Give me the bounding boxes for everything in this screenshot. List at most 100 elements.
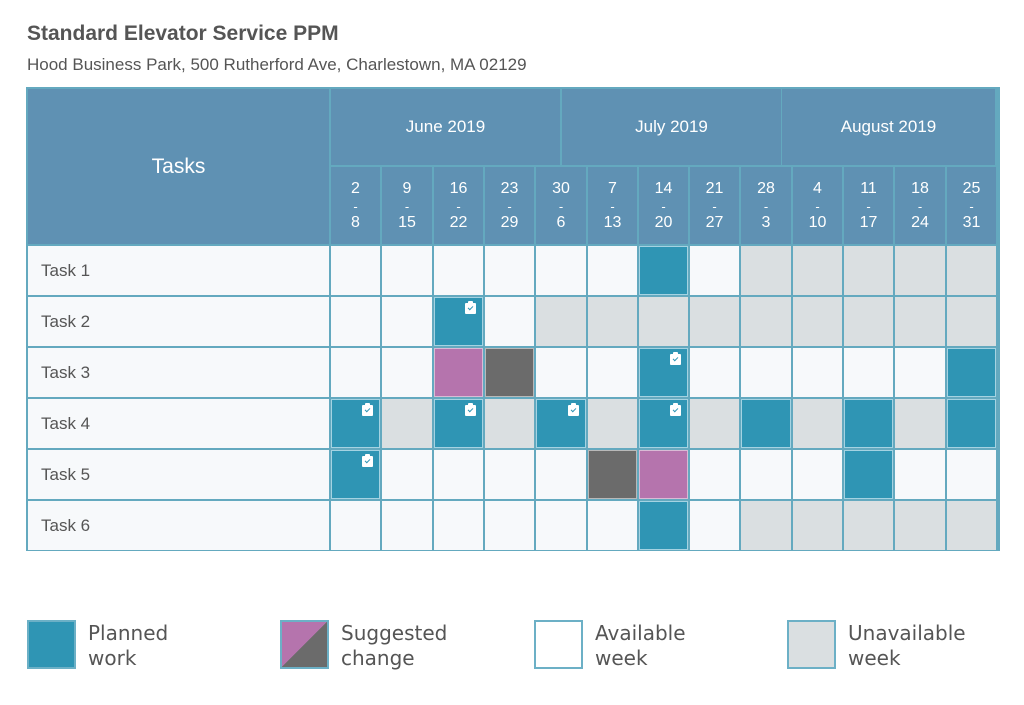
schedule-cell-unavailable[interactable] [844, 297, 893, 346]
week-header: 7-13 [588, 167, 637, 244]
schedule-cell-available[interactable] [382, 348, 432, 397]
schedule-cell-available[interactable] [947, 450, 996, 499]
schedule-cell-available[interactable] [793, 348, 842, 397]
schedule-cell-available[interactable] [382, 246, 432, 295]
schedule-cell-planned[interactable] [639, 399, 688, 448]
task-label: Task 1 [28, 246, 329, 295]
week-start: 16 [449, 179, 468, 197]
schedule-cell-planned[interactable] [639, 501, 688, 550]
schedule-cell-unavailable[interactable] [947, 501, 996, 550]
week-end: 15 [398, 213, 416, 231]
schedule-cell-unavailable[interactable] [741, 501, 791, 550]
schedule-cell-unavailable[interactable] [895, 297, 945, 346]
schedule-cell-planned[interactable] [639, 348, 688, 397]
schedule-cell-unavailable[interactable] [690, 297, 739, 346]
schedule-cell-available[interactable] [331, 246, 380, 295]
schedule-cell-planned[interactable] [536, 399, 586, 448]
week-header: 4-10 [793, 167, 842, 244]
schedule-cell-unavailable[interactable] [793, 399, 842, 448]
week-start: 21 [705, 179, 724, 197]
schedule-cell-planned[interactable] [434, 297, 483, 346]
schedule-cell-available[interactable] [434, 246, 483, 295]
schedule-cell-unavailable[interactable] [793, 297, 842, 346]
schedule-cell-suggested-from[interactable] [434, 348, 483, 397]
clipboard-check-icon [670, 352, 681, 365]
schedule-cell-unavailable[interactable] [793, 246, 842, 295]
week-end: 31 [962, 213, 981, 231]
week-start: 2 [351, 179, 360, 197]
schedule-cell-available[interactable] [382, 297, 432, 346]
schedule-cell-available[interactable] [588, 246, 637, 295]
schedule-cell-available[interactable] [793, 450, 842, 499]
schedule-grid: Tasks June 2019 July 2019 August 2019 2-8 9-… [26, 87, 1000, 551]
schedule-cell-available[interactable] [382, 450, 432, 499]
schedule-cell-unavailable[interactable] [485, 399, 534, 448]
schedule-cell-available[interactable] [434, 450, 483, 499]
schedule-cell-available[interactable] [690, 501, 739, 550]
schedule-cell-planned[interactable] [947, 348, 996, 397]
schedule-cell-available[interactable] [536, 450, 586, 499]
schedule-cell-available[interactable] [536, 348, 586, 397]
schedule-cell-unavailable[interactable] [588, 297, 637, 346]
schedule-cell-planned[interactable] [844, 399, 893, 448]
schedule-cell-unavailable[interactable] [844, 501, 893, 550]
schedule-cell-unavailable[interactable] [895, 399, 945, 448]
schedule-cell-unavailable[interactable] [947, 297, 996, 346]
week-separator: - [969, 198, 974, 214]
week-end: 17 [859, 213, 878, 231]
schedule-cell-planned[interactable] [434, 399, 483, 448]
week-separator: - [404, 198, 410, 214]
schedule-cell-suggested-to[interactable] [588, 450, 637, 499]
schedule-cell-planned[interactable] [844, 450, 893, 499]
schedule-cell-unavailable[interactable] [895, 501, 945, 550]
schedule-cell-suggested-to[interactable] [485, 348, 534, 397]
week-separator: - [712, 198, 717, 214]
schedule-cell-available[interactable] [485, 450, 534, 499]
schedule-cell-available[interactable] [895, 348, 945, 397]
schedule-cell-planned[interactable] [639, 246, 688, 295]
schedule-cell-available[interactable] [895, 450, 945, 499]
schedule-cell-available[interactable] [741, 450, 791, 499]
task-label: Task 2 [28, 297, 329, 346]
schedule-cell-unavailable[interactable] [947, 246, 996, 295]
schedule-cell-unavailable[interactable] [536, 297, 586, 346]
week-start: 9 [402, 179, 412, 197]
week-separator: - [456, 198, 461, 214]
schedule-cell-available[interactable] [536, 246, 586, 295]
schedule-cell-available[interactable] [485, 297, 534, 346]
schedule-cell-available[interactable] [485, 501, 534, 550]
week-header: 16-22 [434, 167, 483, 244]
schedule-cell-unavailable[interactable] [639, 297, 688, 346]
schedule-cell-planned[interactable] [331, 450, 380, 499]
schedule-cell-unavailable[interactable] [741, 297, 791, 346]
schedule-cell-unavailable[interactable] [793, 501, 842, 550]
schedule-cell-planned[interactable] [331, 399, 380, 448]
schedule-cell-available[interactable] [434, 501, 483, 550]
schedule-cell-unavailable[interactable] [588, 399, 637, 448]
schedule-cell-unavailable[interactable] [382, 399, 432, 448]
schedule-cell-available[interactable] [382, 501, 432, 550]
legend-label: Unavailable week [848, 621, 966, 670]
schedule-cell-available[interactable] [844, 348, 893, 397]
schedule-cell-planned[interactable] [947, 399, 996, 448]
week-end: 10 [808, 213, 827, 231]
schedule-cell-unavailable[interactable] [741, 246, 791, 295]
schedule-cell-planned[interactable] [741, 399, 791, 448]
week-header: 23-29 [485, 167, 534, 244]
schedule-cell-suggested-from[interactable] [639, 450, 688, 499]
schedule-cell-available[interactable] [331, 348, 380, 397]
schedule-cell-available[interactable] [690, 246, 739, 295]
schedule-cell-available[interactable] [485, 246, 534, 295]
schedule-cell-unavailable[interactable] [895, 246, 945, 295]
schedule-cell-unavailable[interactable] [690, 399, 739, 448]
schedule-cell-unavailable[interactable] [844, 246, 893, 295]
schedule-cell-available[interactable] [741, 348, 791, 397]
schedule-cell-available[interactable] [331, 501, 380, 550]
schedule-cell-available[interactable] [588, 501, 637, 550]
schedule-cell-available[interactable] [588, 348, 637, 397]
schedule-cell-available[interactable] [690, 348, 739, 397]
schedule-cell-available[interactable] [690, 450, 739, 499]
schedule-cell-available[interactable] [536, 501, 586, 550]
schedule-cell-available[interactable] [331, 297, 380, 346]
clipboard-check-icon [670, 403, 681, 416]
